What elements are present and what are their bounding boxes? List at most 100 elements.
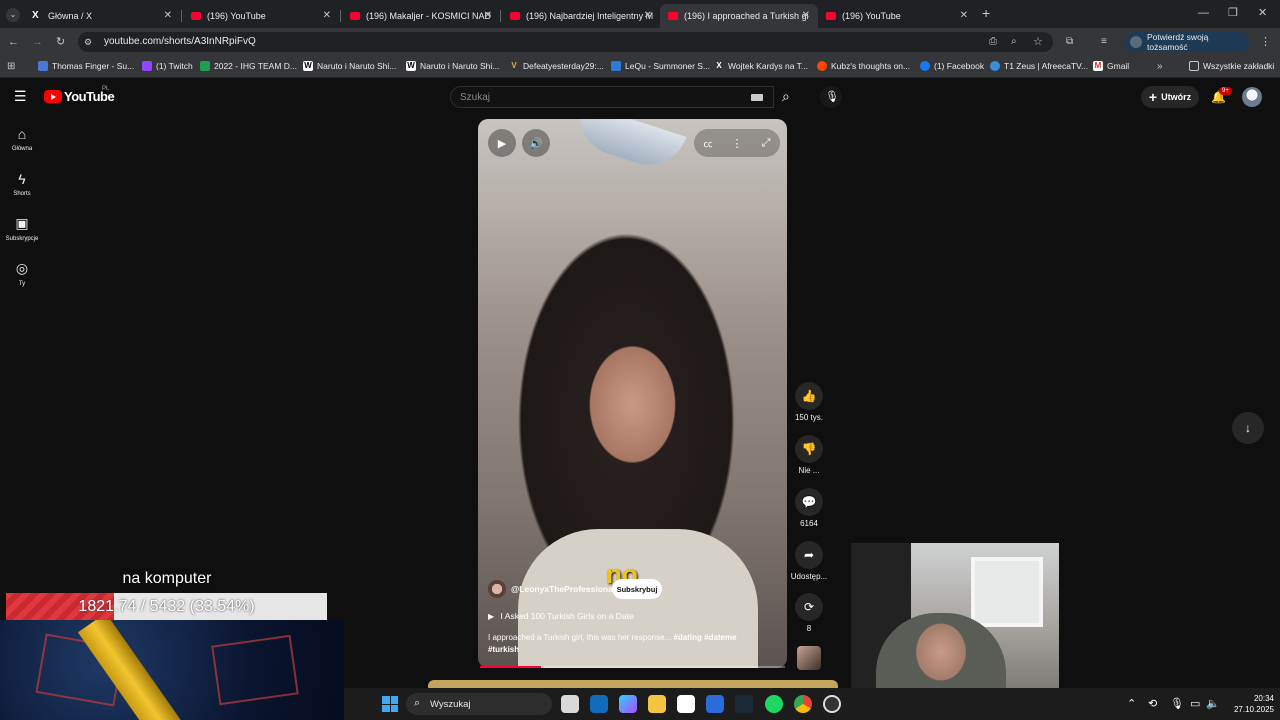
microphone-icon[interactable]: 🎙 — [1170, 698, 1184, 710]
zoom-icon[interactable]: ⌕ — [1011, 36, 1017, 48]
more-bookmarks-icon[interactable]: » — [1157, 61, 1163, 73]
bookmark-item[interactable]: W Naruto i Naruto Shi... — [303, 61, 396, 71]
bookmark-item[interactable]: W Naruto i Naruto Shi... — [406, 61, 499, 71]
new-tab-button[interactable]: + — [982, 6, 990, 20]
reading-list-icon[interactable]: ≡ — [1101, 36, 1107, 48]
bookmark-item[interactable]: Thomas Finger - Su... — [38, 61, 134, 71]
hashtags[interactable]: #turkish — [488, 645, 519, 654]
hamburger-menu-icon[interactable]: ☰ — [14, 89, 27, 103]
bookmark-item[interactable]: M Gmail — [1093, 61, 1129, 71]
close-window-icon[interactable]: ✕ — [1258, 7, 1267, 19]
task-view-icon[interactable] — [561, 695, 579, 713]
back-icon[interactable]: ← — [8, 36, 19, 48]
bookmark-item[interactable]: X Wojtek Kardys na T... — [714, 61, 808, 71]
close-icon[interactable]: ✕ — [644, 10, 652, 21]
verify-identity-button[interactable]: Potwierdź swoją tożsamość — [1125, 32, 1250, 52]
outlook-icon[interactable] — [590, 695, 608, 713]
taskbar-clock[interactable]: 20:34 27.10.2025 — [1222, 693, 1274, 715]
tab-search-icon[interactable]: ⌄ — [6, 8, 20, 22]
bookmark-item[interactable]: (1) Twitch — [142, 61, 193, 71]
subscribe-button[interactable]: Subskrybuj — [612, 579, 662, 599]
create-button[interactable]: + Utwórz — [1141, 86, 1199, 108]
bookmark-item[interactable]: (1) Facebook — [920, 61, 984, 71]
install-app-icon[interactable]: ⎙ — [989, 36, 997, 48]
channel-name[interactable]: @LeonyxTheProfessional — [511, 584, 615, 594]
bookmark-item[interactable]: V Defeatyesterday29:... — [509, 61, 604, 71]
bookmark-label: (1) Twitch — [156, 61, 193, 71]
like-button[interactable]: 👍 — [795, 382, 823, 410]
bookmark-item[interactable]: Kubz's thoughts on... — [817, 61, 910, 71]
app-icon[interactable] — [706, 695, 724, 713]
share-button[interactable]: ➦ — [795, 541, 823, 569]
playlist-link[interactable]: ▶ I Asked 100 Turkish Girls on a Date — [488, 611, 634, 621]
close-icon[interactable]: ✕ — [802, 10, 810, 21]
video-description[interactable]: I approached a Turkish girl, this was he… — [488, 632, 758, 656]
channel-avatar[interactable] — [488, 580, 506, 598]
tab-youtube-1[interactable]: (196) YouTube ✕ — [183, 4, 339, 28]
tab-youtube-2[interactable]: (196) YouTube ✕ — [818, 4, 976, 28]
fullscreen-button[interactable]: ⤢ — [752, 129, 780, 157]
tab-x[interactable]: X Główna / X ✕ — [24, 4, 180, 28]
bookmark-label: Defeatyesterday29:... — [523, 61, 604, 71]
steam-icon[interactable] — [735, 695, 753, 713]
volume-button[interactable]: 🔊 — [522, 129, 550, 157]
thumbs-up-icon: 👍 — [801, 389, 817, 403]
bookmark-item[interactable]: 2022 - IHG TEAM D... — [200, 61, 297, 71]
tab-makaljer[interactable]: (196) Makaljer - KOSMICI NAD ✕ — [342, 4, 500, 28]
spotify-icon[interactable] — [765, 695, 783, 713]
captions-button[interactable]: ㏄ — [694, 129, 722, 157]
microphone-icon: 🎙 — [825, 91, 839, 103]
network-icon[interactable]: ▭ — [1190, 698, 1200, 710]
start-button[interactable] — [382, 696, 398, 712]
bookmark-item[interactable]: T1 Zeus | AfreecaTV... — [990, 61, 1088, 71]
sound-thumbnail[interactable] — [797, 646, 821, 670]
url-text[interactable]: youtube.com/shorts/A3InNRpiFvQ — [104, 36, 256, 47]
hashtags[interactable]: #dating #dateme — [673, 633, 736, 642]
tab-turkish-short[interactable]: (196) I approached a Turkish gi ✕ — [660, 4, 818, 28]
more-options-button[interactable]: ⋮ — [723, 129, 751, 157]
copilot-icon[interactable] — [619, 695, 637, 713]
bookmark-item[interactable]: LeQu - Summoner S... — [611, 61, 710, 71]
close-icon[interactable]: ✕ — [164, 10, 172, 21]
next-short-button[interactable]: ↓ — [1232, 412, 1264, 444]
tray-chevron-icon[interactable]: ⌃ — [1127, 698, 1136, 710]
apps-grid-icon[interactable]: ⊞ — [7, 61, 15, 73]
play-button[interactable]: ▶ — [488, 129, 516, 157]
voice-search-button[interactable]: 🎙 — [820, 86, 842, 108]
youtube-logo[interactable]: YouTube PL — [44, 86, 115, 104]
notifications-button[interactable]: 🔔 9+ — [1211, 87, 1232, 105]
site-info-icon[interactable]: ⚙ — [84, 36, 92, 48]
store-icon[interactable] — [677, 695, 695, 713]
taskbar-search[interactable]: ⌕ Wyszukaj — [406, 693, 552, 715]
keyboard-icon[interactable] — [751, 94, 763, 101]
forward-icon[interactable]: → — [32, 36, 43, 48]
video-progress-bar[interactable] — [480, 666, 785, 668]
bookmark-star-icon[interactable]: ☆ — [1033, 36, 1043, 48]
chrome-icon[interactable] — [794, 695, 812, 713]
sync-icon[interactable]: ⟲ — [1148, 698, 1157, 710]
browser-menu-icon[interactable]: ⋮ — [1260, 36, 1271, 48]
nav-item-home[interactable]: ⌂ Główna — [0, 126, 44, 152]
remix-button[interactable]: ⟳ — [795, 593, 823, 621]
close-icon[interactable]: ✕ — [960, 10, 968, 21]
search-button[interactable]: ⌕ — [774, 86, 806, 108]
comments-button[interactable]: 💬 — [795, 488, 823, 516]
close-icon[interactable]: ✕ — [484, 10, 492, 21]
dislike-button[interactable]: 👎 — [795, 435, 823, 463]
nav-item-subscriptions[interactable]: ▣ Subskrypcje — [0, 215, 44, 242]
minimize-icon[interactable]: — — [1198, 7, 1209, 19]
search-input[interactable]: Szukaj — [450, 86, 774, 108]
nav-item-shorts[interactable]: ϟ Shorts — [0, 171, 44, 197]
tab-najbardziej[interactable]: (196) Najbardziej Inteligentny M ✕ — [502, 4, 660, 28]
file-explorer-icon[interactable] — [648, 695, 666, 713]
tab-label: (196) YouTube — [842, 11, 901, 21]
reload-icon[interactable]: ↻ — [56, 36, 65, 48]
close-icon[interactable]: ✕ — [323, 10, 331, 21]
volume-icon[interactable]: 🔈 — [1206, 698, 1220, 710]
all-bookmarks-folder[interactable]: Wszystkie zakładki — [1189, 61, 1274, 71]
nav-item-you[interactable]: ◎ Ty — [0, 260, 44, 287]
extensions-icon[interactable]: ⧉ — [1066, 36, 1073, 48]
avatar[interactable] — [1242, 87, 1262, 107]
maximize-icon[interactable]: ❐ — [1228, 7, 1238, 19]
app-icon[interactable] — [823, 695, 841, 713]
